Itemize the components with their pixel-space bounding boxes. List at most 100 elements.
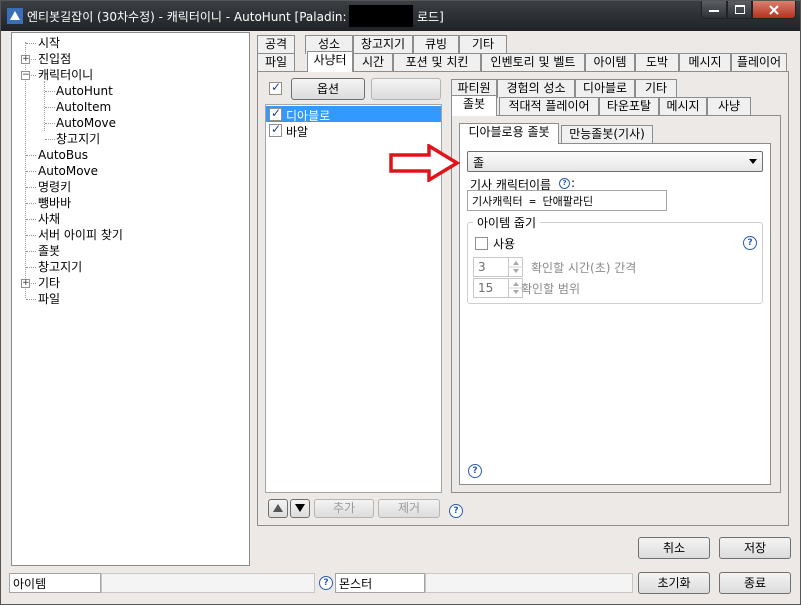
- subtab-etc[interactable]: 기타: [635, 79, 677, 98]
- exit-button[interactable]: 종료: [719, 572, 791, 594]
- tree-guide-line: [45, 139, 55, 140]
- interval-label: 확인할 시간(초) 간격: [531, 261, 637, 275]
- close-icon: [769, 4, 779, 15]
- knight-name-value: 기사캐릭터 = 단애팔라딘: [472, 195, 594, 208]
- tree-guide-line: [26, 299, 36, 300]
- tree-item[interactable]: AutoBus: [38, 147, 88, 163]
- collapse-icon[interactable]: −: [21, 71, 30, 80]
- list-item-label[interactable]: 디아블로: [286, 107, 330, 124]
- tab-time[interactable]: 시간: [353, 53, 393, 72]
- status-monster-label: 몬스터: [339, 577, 373, 591]
- tab-attack[interactable]: 공격: [257, 35, 295, 54]
- minimize-icon: [709, 9, 719, 12]
- help-icon[interactable]: ?: [449, 504, 463, 518]
- tree-guide-line: [26, 187, 36, 188]
- options-button[interactable]: 옵션: [291, 78, 365, 100]
- subtab-town-portal[interactable]: 타운포탈: [599, 97, 659, 116]
- tab-stash-keeper[interactable]: 창고지기: [353, 35, 413, 54]
- knight-name-colon: :: [571, 176, 576, 190]
- interval-spinner[interactable]: 3: [473, 257, 523, 277]
- item-pickup-use-label: 사용: [493, 237, 516, 251]
- tree-item[interactable]: AutoMove: [38, 163, 98, 179]
- interval-value: 3: [478, 260, 486, 274]
- minimize-button[interactable]: [701, 1, 727, 19]
- red-arrow-annotation: [389, 144, 461, 182]
- expand-icon[interactable]: +: [21, 279, 30, 288]
- reset-button[interactable]: 초기화: [638, 572, 710, 594]
- tree-item[interactable]: 사채: [38, 211, 60, 227]
- tree-guide-line: [26, 171, 36, 172]
- tree-item[interactable]: 진입점: [38, 51, 71, 67]
- tab-hunting-ground[interactable]: 사냥터: [307, 51, 353, 72]
- subtab-hunt[interactable]: 사냥: [707, 97, 751, 116]
- tab-potion-chicken[interactable]: 포션 및 치킨: [393, 53, 481, 72]
- save-button[interactable]: 저장: [719, 537, 791, 559]
- tree-guide-line: [26, 43, 36, 44]
- status-item-value: [101, 573, 315, 593]
- tree-item[interactable]: 창고지기: [38, 259, 82, 275]
- tree-item[interactable]: 기타: [38, 275, 60, 291]
- tree-item[interactable]: AutoItem: [56, 99, 111, 115]
- tree-guide-line: [45, 123, 55, 124]
- tab-cubing[interactable]: 큐빙: [413, 35, 459, 54]
- subtab-hostile-player[interactable]: 적대적 플레이어: [499, 97, 599, 116]
- status-item-field: 아이템: [9, 573, 101, 593]
- knight-name-input[interactable]: 기사캐릭터 = 단애팔라딘: [467, 190, 667, 211]
- item-pickup-use-checkbox[interactable]: [475, 237, 488, 250]
- help-icon[interactable]: ?: [468, 464, 482, 478]
- spinner-arrows-icon: [509, 261, 523, 273]
- subtab-diablo[interactable]: 디아블로: [575, 79, 635, 98]
- move-up-button[interactable]: [268, 499, 288, 518]
- tree-item[interactable]: AutoHunt: [56, 83, 113, 99]
- innertab-universal-leech-bot[interactable]: 만능졸봇(기사): [561, 125, 653, 144]
- navigation-tree[interactable]: 시작 + 진입점 − 캐릭터이니 AutoHunt AutoItem AutoMove 창고지기…: [11, 32, 250, 566]
- interval-spinner-arrows[interactable]: [508, 258, 523, 276]
- tab-gamble[interactable]: 도박: [635, 53, 679, 72]
- subtab-message[interactable]: 메시지: [659, 97, 707, 116]
- tab-inventory-belt[interactable]: 인벤토리 및 벨트: [481, 53, 585, 72]
- help-icon[interactable]: ?: [743, 236, 757, 250]
- tree-guide-line: [45, 91, 55, 92]
- tab-message[interactable]: 메시지: [679, 53, 731, 72]
- help-icon[interactable]: ?: [559, 178, 570, 189]
- tab-etc[interactable]: 기타: [459, 35, 507, 54]
- tree-item[interactable]: 파일: [38, 291, 60, 307]
- tree-item[interactable]: 서버 아이피 찾기: [38, 227, 123, 243]
- window-title-tail: 로드]: [417, 10, 444, 24]
- range-spinner[interactable]: 15: [473, 278, 523, 298]
- status-monster-value: [425, 573, 633, 593]
- close-button[interactable]: [752, 1, 796, 19]
- tree-guide-line: [26, 267, 36, 268]
- tree-item[interactable]: 명령키: [38, 179, 71, 195]
- item-pickup-group-label: 아이템 줍기: [473, 214, 541, 231]
- innertab-diablo-leech-bot[interactable]: 디아블로용 졸봇: [459, 123, 559, 144]
- list-item-checkbox[interactable]: [269, 106, 282, 121]
- add-button[interactable]: 추가: [314, 499, 374, 518]
- expand-icon[interactable]: +: [21, 55, 30, 64]
- chevron-down-icon: [749, 159, 757, 164]
- title-bar: 엔티봇길잡이 (30차수정) - 캐릭터이니 - AutoHunt [Palad…: [1, 1, 800, 31]
- tab-player[interactable]: 플레이어: [731, 53, 787, 72]
- blank-button: [371, 78, 441, 100]
- select-all-checkbox[interactable]: [269, 80, 282, 95]
- tree-guide-line: [26, 203, 36, 204]
- tree-item[interactable]: 졸봇: [38, 243, 60, 259]
- subtab-leech-bot[interactable]: 졸봇: [451, 95, 497, 116]
- tree-item[interactable]: 캐릭터이니: [38, 67, 93, 83]
- move-down-button[interactable]: [290, 499, 310, 518]
- tree-item[interactable]: 뺑바바: [38, 195, 71, 211]
- range-spinner-arrows[interactable]: [508, 279, 523, 297]
- list-item-checkbox[interactable]: [269, 122, 282, 137]
- list-item-label[interactable]: 바알: [286, 123, 308, 140]
- mode-dropdown[interactable]: 졸: [467, 151, 763, 172]
- tree-item[interactable]: 시작: [38, 35, 60, 51]
- help-icon[interactable]: ?: [319, 576, 333, 590]
- subtab-shrine-of-experience[interactable]: 경험의 성소: [497, 79, 575, 98]
- tree-item[interactable]: AutoMove: [56, 115, 116, 131]
- tab-file[interactable]: 파일: [257, 53, 295, 72]
- maximize-button[interactable]: [727, 1, 752, 19]
- tree-item[interactable]: 창고지기: [56, 131, 100, 147]
- tab-item[interactable]: 아이템: [585, 53, 635, 72]
- remove-button[interactable]: 제거: [378, 499, 440, 518]
- cancel-button[interactable]: 취소: [638, 537, 710, 559]
